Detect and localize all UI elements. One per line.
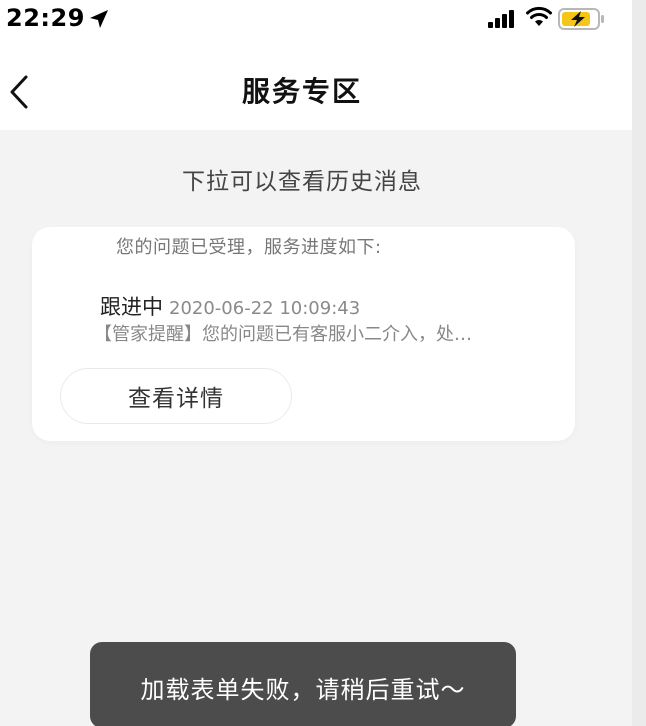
status-label: 跟进中 [100, 295, 163, 319]
cellular-signal-icon [488, 10, 516, 32]
view-details-button[interactable]: 查看详情 [60, 368, 292, 424]
card-intro-text: 您的问题已受理，服务进度如下: [116, 237, 382, 258]
location-arrow-icon [88, 8, 110, 34]
page-title: 服务专区 [241, 75, 362, 108]
side-divider [632, 0, 646, 726]
navigation-bar: 服务专区 [0, 48, 632, 130]
status-timestamp: 2020-06-22 10:09:43 [169, 298, 361, 319]
pull-to-load-hint: 下拉可以查看历史消息 [182, 169, 422, 195]
notice-message: 【管家提醒】您的问题已有客服小二介入，处… [94, 324, 472, 345]
app-screen: 22:29 服务专区 下拉可以查看历史消息 您的问题已受理，服务进度如下: 跟进… [0, 0, 632, 726]
status-bar: 22:29 [0, 0, 632, 48]
status-time: 22:29 [6, 4, 85, 32]
service-progress-card: 您的问题已受理，服务进度如下: 跟进中 2020-06-22 10:09:43 【… [32, 227, 575, 441]
progress-status-row: 跟进中 2020-06-22 10:09:43 [100, 291, 360, 321]
wifi-icon [525, 6, 553, 32]
battery-charging-icon [558, 8, 606, 34]
error-toast: 加载表单失败，请稍后重试～ [90, 642, 516, 726]
